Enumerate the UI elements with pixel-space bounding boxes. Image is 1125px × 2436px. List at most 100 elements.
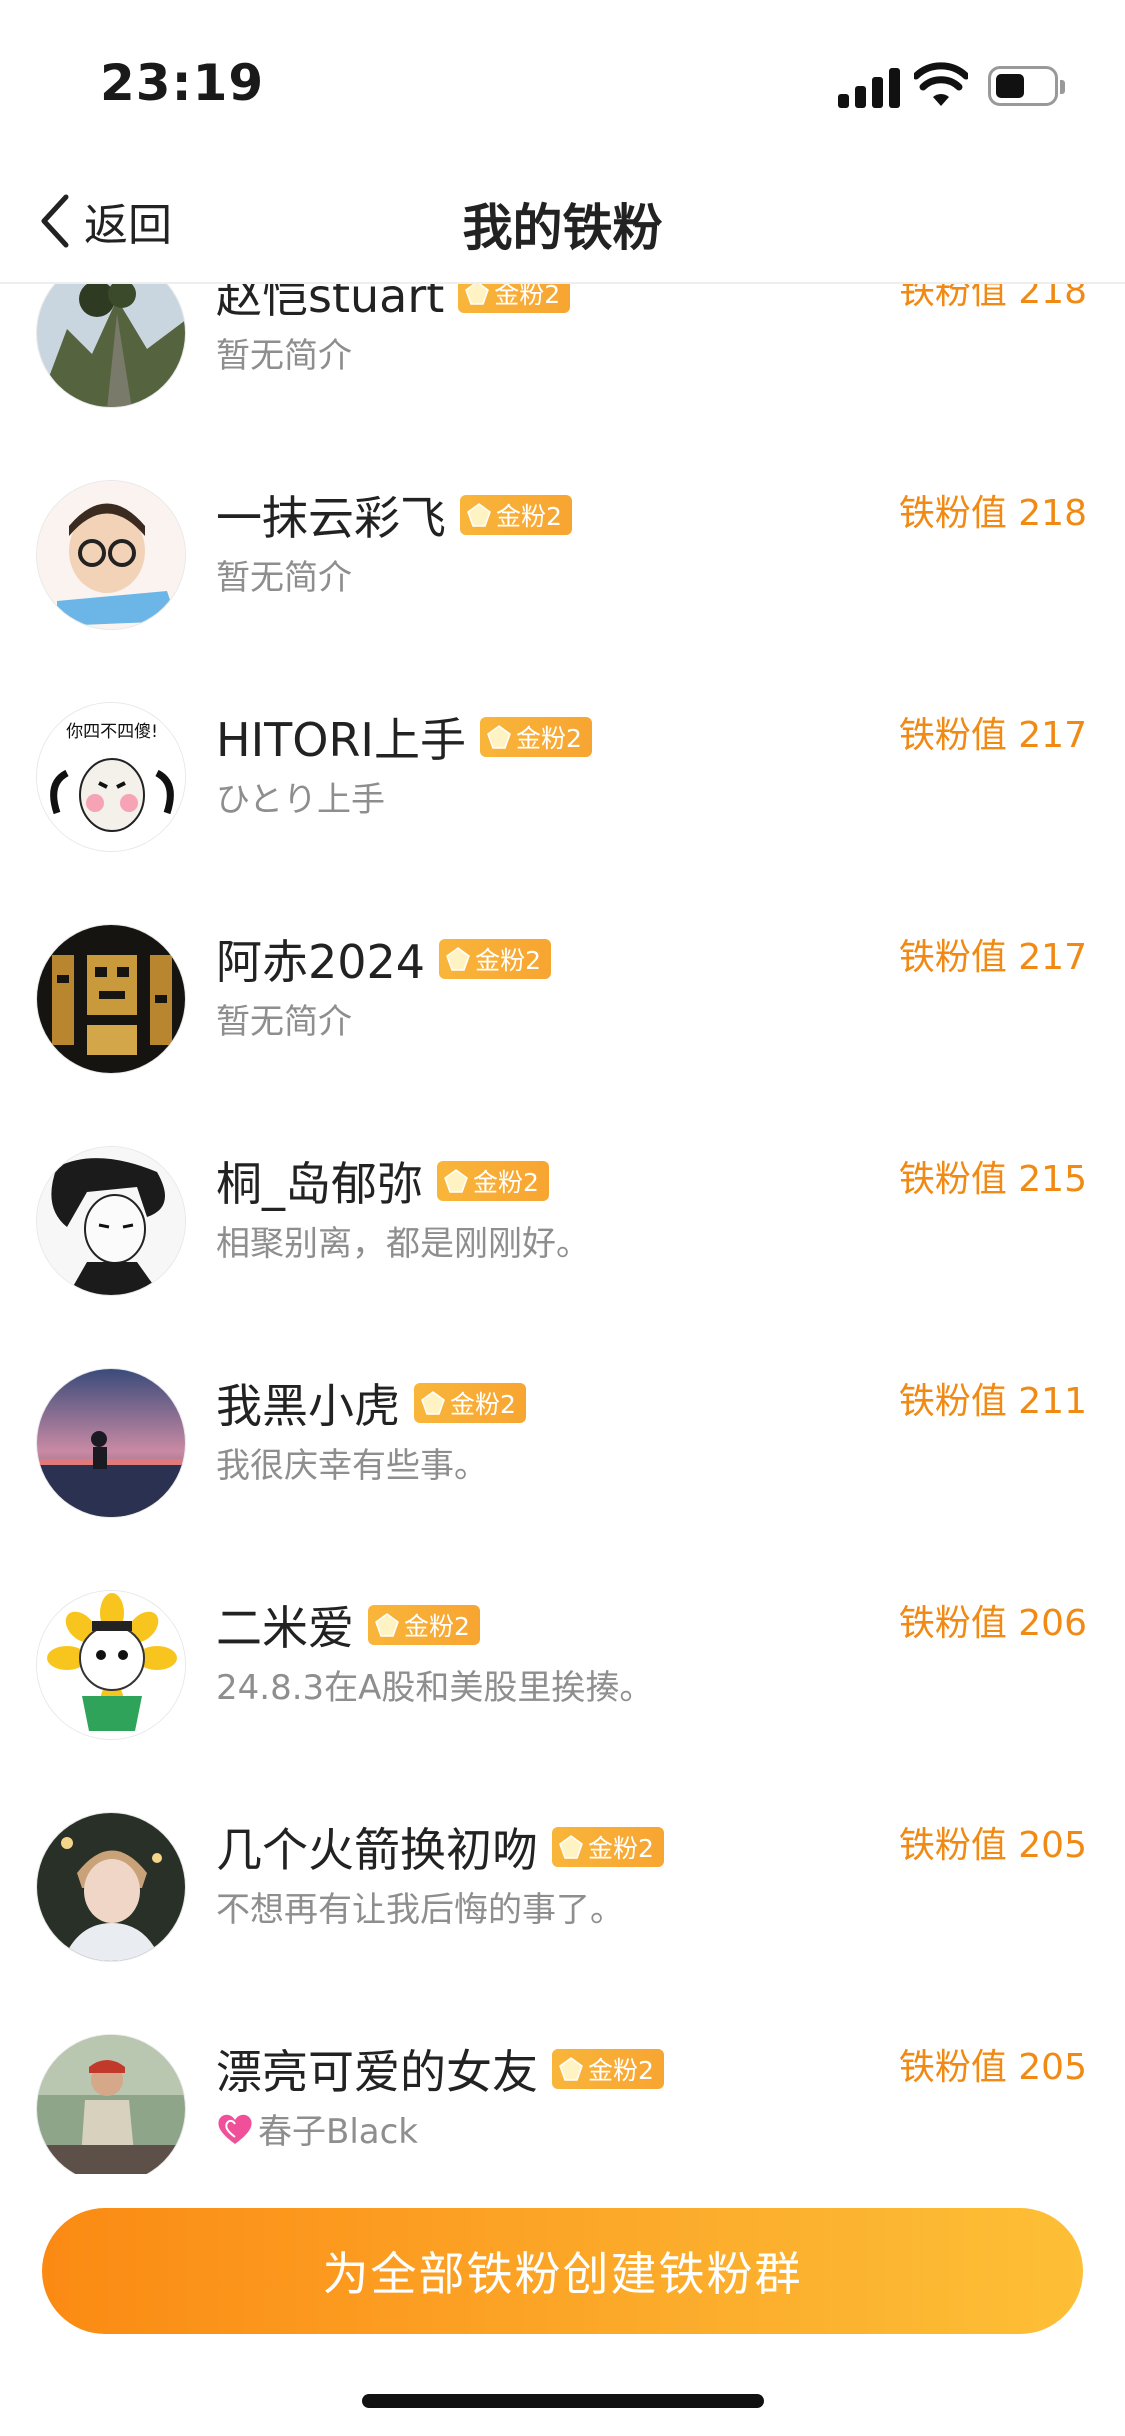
fan-level-badge: 金粉2 xyxy=(439,939,551,979)
wifi-icon xyxy=(914,62,968,106)
score-prefix: 铁粉值 xyxy=(898,937,1007,978)
manga-sketch-avatar[interactable] xyxy=(36,1146,186,1296)
portrait-avatar[interactable] xyxy=(36,1812,186,1962)
fan-level-badge: 金粉2 xyxy=(458,284,571,313)
gem-icon xyxy=(467,503,491,527)
fan-level-badge: 金粉2 xyxy=(368,1605,480,1645)
fan-name[interactable]: HITORI上手 xyxy=(216,704,466,770)
list-item[interactable]: 漂亮可爱的女友 金粉2 春子Black 铁粉值 205 xyxy=(0,2034,1125,2174)
score-value: 217 xyxy=(1018,937,1087,978)
list-item[interactable]: 赵恺stuart 金粉2 暂无简介 铁粉值 218 xyxy=(0,284,1125,480)
fan-name[interactable]: 赵恺stuart xyxy=(216,284,444,326)
fan-level-badge: 金粉2 xyxy=(414,1383,526,1423)
gem-icon xyxy=(487,725,511,749)
badge-label: 金粉2 xyxy=(494,284,561,309)
tribal-pattern-avatar[interactable] xyxy=(36,924,186,1074)
fan-name[interactable]: 我黑小虎 xyxy=(216,1370,400,1436)
fan-bio: 相聚别离，都是刚刚好。 xyxy=(216,1224,590,1264)
sunflower-avatar[interactable] xyxy=(36,1590,186,1740)
gem-icon xyxy=(559,2057,583,2081)
heart-icon xyxy=(218,2114,252,2144)
fan-bio: 暂无简介 xyxy=(216,558,352,598)
fan-score: 铁粉值 218 xyxy=(899,484,1087,536)
score-prefix: 铁粉值 xyxy=(898,284,1007,312)
fan-score: 铁粉值 205 xyxy=(899,1816,1087,1868)
signal-icon xyxy=(838,66,900,108)
score-value: 206 xyxy=(1018,1603,1087,1644)
fan-score: 铁粉值 217 xyxy=(899,706,1087,758)
page-title: 我的铁粉 xyxy=(462,199,663,257)
fan-level-badge: 金粉2 xyxy=(552,2049,664,2089)
fan-bio: 暂无简介 xyxy=(216,336,352,376)
fan-score: 铁粉值 217 xyxy=(899,928,1087,980)
fan-score: 铁粉值 205 xyxy=(899,2038,1087,2090)
list-item[interactable]: 几个火箭换初吻 金粉2 不想再有让我后悔的事了。 铁粉值 205 xyxy=(0,1812,1125,2034)
fan-name[interactable]: 几个火箭换初吻 xyxy=(216,1814,538,1880)
score-prefix: 铁粉值 xyxy=(898,1603,1007,1644)
score-value: 217 xyxy=(1018,715,1087,756)
score-prefix: 铁粉值 xyxy=(898,1381,1007,1422)
fan-name[interactable]: 阿赤2024 xyxy=(216,926,425,992)
gem-icon xyxy=(375,1613,399,1637)
score-value: 218 xyxy=(1018,284,1087,312)
fan-name-line: 赵恺stuart 金粉2 xyxy=(216,284,571,326)
list-item[interactable]: 阿赤2024 金粉2 暂无简介 铁粉值 217 xyxy=(0,924,1125,1146)
score-value: 215 xyxy=(1018,1159,1087,1200)
home-indicator[interactable] xyxy=(362,2394,764,2408)
status-bar: 23:19 xyxy=(0,0,1125,160)
list-item[interactable]: 二米爱 金粉2 24.8.3在A股和美股里挨揍。 铁粉值 206 xyxy=(0,1590,1125,1812)
gem-icon xyxy=(444,1169,468,1193)
meme-face-avatar[interactable]: 你四不四傻! xyxy=(36,702,186,852)
mountain-avatar[interactable] xyxy=(36,284,186,408)
avatar-caption: 你四不四傻! xyxy=(66,722,158,742)
fan-score: 铁粉值 211 xyxy=(899,1372,1087,1424)
list-item[interactable]: 一抹云彩飞 金粉2 暂无简介 铁粉值 218 xyxy=(0,480,1125,702)
fan-bio: 不想再有让我后悔的事了。 xyxy=(216,1890,624,1930)
score-value: 218 xyxy=(1018,493,1087,534)
fan-name[interactable]: 二米爱 xyxy=(216,1592,354,1658)
score-prefix: 铁粉值 xyxy=(898,1825,1007,1866)
score-prefix: 铁粉值 xyxy=(898,493,1007,534)
fan-bio: 春子Black xyxy=(216,2104,418,2153)
battery-icon xyxy=(988,66,1065,106)
street-photo-avatar[interactable] xyxy=(36,2034,186,2174)
fan-name[interactable]: 桐_岛郁弥 xyxy=(216,1148,423,1214)
badge-label: 金粉2 xyxy=(516,724,582,753)
badge-label: 金粉2 xyxy=(475,946,541,975)
fan-score: 铁粉值 215 xyxy=(899,1150,1087,1202)
list-item[interactable]: 你四不四傻! HITORI上手 金粉2 ひとり上手 铁粉值 217 xyxy=(0,702,1125,924)
fan-bio: 我很庆幸有些事。 xyxy=(216,1446,488,1486)
fan-bio: ひとり上手 xyxy=(216,780,385,820)
fan-bio: 24.8.3在A股和美股里挨揍。 xyxy=(216,1668,654,1708)
badge-label: 金粉2 xyxy=(496,502,562,531)
create-fan-group-button[interactable]: 为全部铁粉创建铁粉群 xyxy=(42,2208,1083,2334)
score-prefix: 铁粉值 xyxy=(898,1159,1007,1200)
fan-score: 铁粉值 218 xyxy=(899,284,1087,314)
gem-icon xyxy=(465,284,490,305)
fan-bio: 暂无简介 xyxy=(216,1002,352,1042)
cartoon-glasses-avatar[interactable] xyxy=(36,480,186,630)
fan-name-line: 一抹云彩飞 金粉2 xyxy=(216,482,572,548)
gem-icon xyxy=(421,1391,445,1415)
list-item[interactable]: 我黑小虎 金粉2 我很庆幸有些事。 铁粉值 211 xyxy=(0,1368,1125,1590)
fan-bio-text: 春子Black xyxy=(258,2112,418,2152)
fan-name-line: HITORI上手 金粉2 xyxy=(216,704,592,770)
fan-name-line: 阿赤2024 金粉2 xyxy=(216,926,551,992)
score-value: 205 xyxy=(1018,1825,1087,1866)
score-prefix: 铁粉值 xyxy=(898,715,1007,756)
list-item[interactable]: 桐_岛郁弥 金粉2 相聚别离，都是刚刚好。 铁粉值 215 xyxy=(0,1146,1125,1368)
sunset-avatar[interactable] xyxy=(36,1368,186,1518)
fan-score: 铁粉值 206 xyxy=(899,1594,1087,1646)
fan-name[interactable]: 漂亮可爱的女友 xyxy=(216,2036,538,2102)
fan-level-badge: 金粉2 xyxy=(552,1827,664,1867)
bottom-bar: 为全部铁粉创建铁粉群 xyxy=(0,2174,1125,2436)
fan-level-badge: 金粉2 xyxy=(437,1161,549,1201)
fan-name[interactable]: 一抹云彩飞 xyxy=(216,482,446,548)
fan-level-badge: 金粉2 xyxy=(480,717,592,757)
fan-list[interactable]: 赵恺stuart 金粉2 暂无简介 铁粉值 218 一抹云彩飞 金粉2 暂无简介… xyxy=(0,284,1125,2174)
score-prefix: 铁粉值 xyxy=(898,2047,1007,2088)
fan-level-badge: 金粉2 xyxy=(460,495,572,535)
score-value: 211 xyxy=(1018,1381,1087,1422)
score-value: 205 xyxy=(1018,2047,1087,2088)
nav-bar: 返回 我的铁粉 xyxy=(0,160,1125,284)
